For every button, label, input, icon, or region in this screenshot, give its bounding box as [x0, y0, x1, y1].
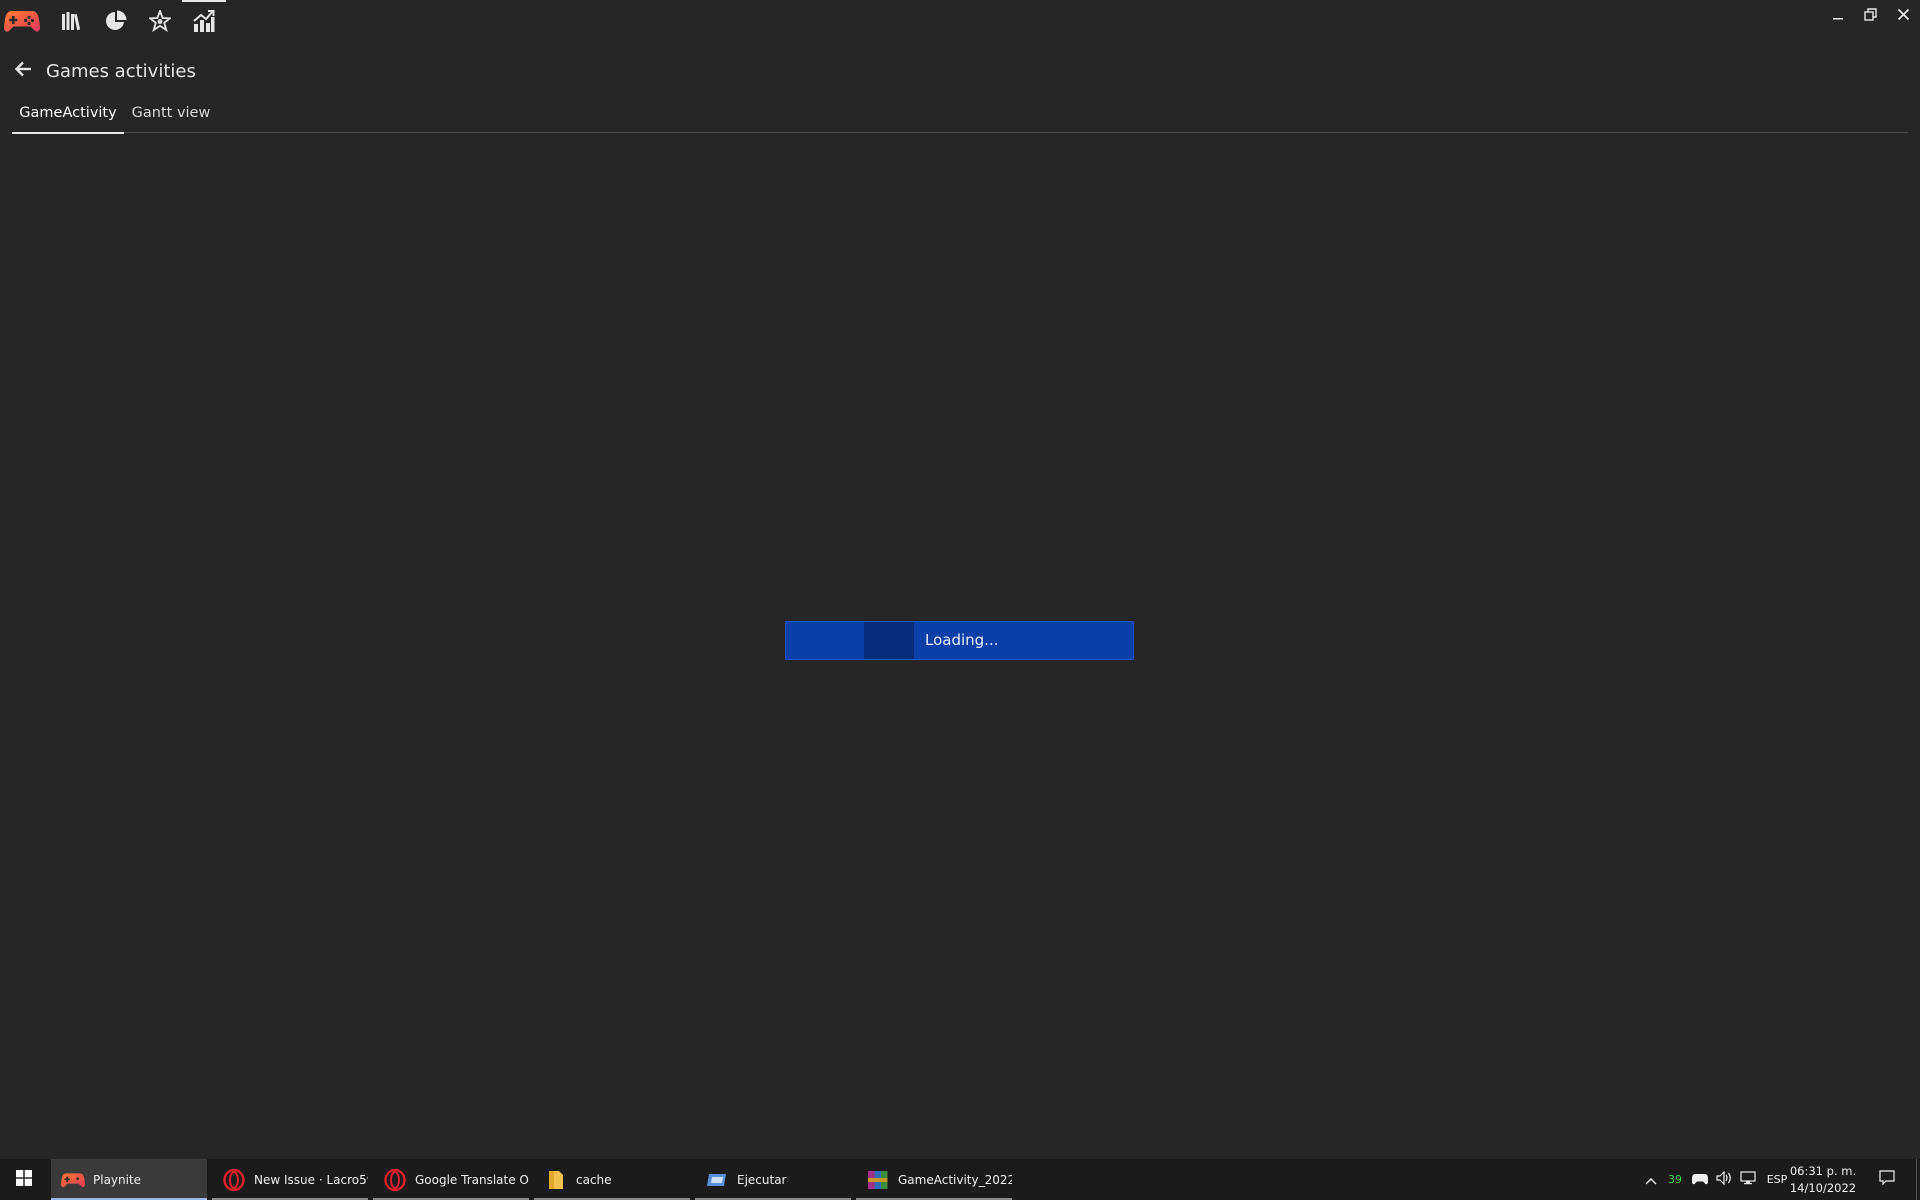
clock-date: 14/10/2022: [1789, 1181, 1857, 1195]
winrar-icon: [866, 1168, 890, 1192]
tray-badge-count: 39: [1668, 1173, 1682, 1186]
tray-network[interactable]: [1737, 1159, 1759, 1200]
pie-chart-icon: [104, 9, 128, 37]
taskbar-item-opera-google-translate[interactable]: Google Translate O...: [373, 1159, 529, 1200]
star-badge-icon: [147, 7, 173, 36]
app-logo-button[interactable]: [0, 0, 44, 45]
chevron-up-icon: [1645, 1170, 1657, 1189]
taskbar-clock[interactable]: 06:31 p. m. 14/10/2022: [1784, 1163, 1862, 1197]
windows-taskbar: Playnite New Issue · Lacro59... Google T…: [0, 1159, 1920, 1200]
taskbar-item-label: Google Translate O...: [415, 1172, 529, 1187]
taskbar-item-winrar-archive[interactable]: GameActivity_2022...: [856, 1159, 1012, 1200]
show-desktop-divider: [1915, 1159, 1917, 1200]
taskbar-item-label: New Issue · Lacro59...: [254, 1172, 368, 1187]
tab-bar: GameActivity Gantt view: [12, 100, 1908, 134]
taskbar-item-label: GameActivity_2022...: [898, 1172, 1012, 1187]
show-desktop-button[interactable]: [1912, 1159, 1920, 1200]
taskbar-item-playnite[interactable]: Playnite: [51, 1159, 207, 1200]
tab-gantt-view[interactable]: Gantt view: [130, 100, 212, 132]
restore-button[interactable]: [1854, 0, 1887, 30]
opera-icon: [383, 1168, 407, 1192]
show-hidden-icons-button[interactable]: [1641, 1159, 1661, 1200]
speaker-icon: [1716, 1170, 1732, 1189]
back-button[interactable]: [12, 60, 34, 82]
close-button[interactable]: [1887, 0, 1920, 30]
close-icon: [1897, 6, 1910, 25]
loading-text: Loading...: [925, 631, 999, 649]
network-icon: [1740, 1170, 1756, 1189]
nav-statistics-button[interactable]: [94, 0, 138, 45]
tab-label: GameActivity: [19, 105, 117, 121]
tray-volume[interactable]: [1713, 1159, 1735, 1200]
playnite-gamepad-icon: [61, 1168, 85, 1192]
tab-label: Gantt view: [131, 105, 211, 121]
start-button[interactable]: [0, 1159, 48, 1200]
page-title: Games activities: [46, 60, 196, 82]
nav-library-button[interactable]: [50, 0, 94, 45]
tray-temperature-badge[interactable]: 39: [1663, 1159, 1687, 1200]
taskbar-item-ejecutar[interactable]: Ejecutar: [695, 1159, 851, 1200]
top-bar: [0, 0, 1920, 45]
window-controls: [1821, 0, 1920, 30]
notification-icon: [1879, 1170, 1895, 1189]
folder-icon: [544, 1168, 568, 1192]
taskbar-item-label: cache: [576, 1172, 612, 1187]
arrow-left-icon: [14, 61, 32, 81]
gamepad-tray-icon: [1692, 1170, 1708, 1189]
action-center-button[interactable]: [1874, 1159, 1900, 1200]
minimize-button[interactable]: [1821, 0, 1854, 30]
page-header: Games activities: [12, 56, 196, 86]
minimize-icon: [1832, 6, 1844, 25]
taskbar-item-opera-new-issue[interactable]: New Issue · Lacro59...: [212, 1159, 368, 1200]
taskbar-item-label: Ejecutar: [737, 1172, 787, 1187]
tab-gameactivity[interactable]: GameActivity: [12, 100, 124, 134]
run-icon: [705, 1168, 729, 1192]
taskbar-item-label: Playnite: [93, 1172, 142, 1187]
clock-time: 06:31 p. m.: [1789, 1164, 1857, 1178]
gamepad-icon: [3, 8, 41, 38]
nav-success-story-button[interactable]: [138, 0, 182, 45]
opera-icon: [222, 1168, 246, 1192]
nav-game-activity-button[interactable]: [182, 0, 226, 45]
taskbar-item-cache-folder[interactable]: cache: [534, 1159, 690, 1200]
chart-trend-icon: [193, 9, 215, 37]
loading-indicator: Loading...: [785, 621, 1134, 660]
windows-logo-icon: [16, 1169, 32, 1190]
library-books-icon: [61, 11, 83, 35]
tray-gamepad[interactable]: [1689, 1159, 1711, 1200]
loading-progress-segment: [864, 622, 914, 659]
restore-icon: [1864, 6, 1877, 25]
playnite-window: Games activities GameActivity Gantt view…: [0, 0, 1920, 1159]
